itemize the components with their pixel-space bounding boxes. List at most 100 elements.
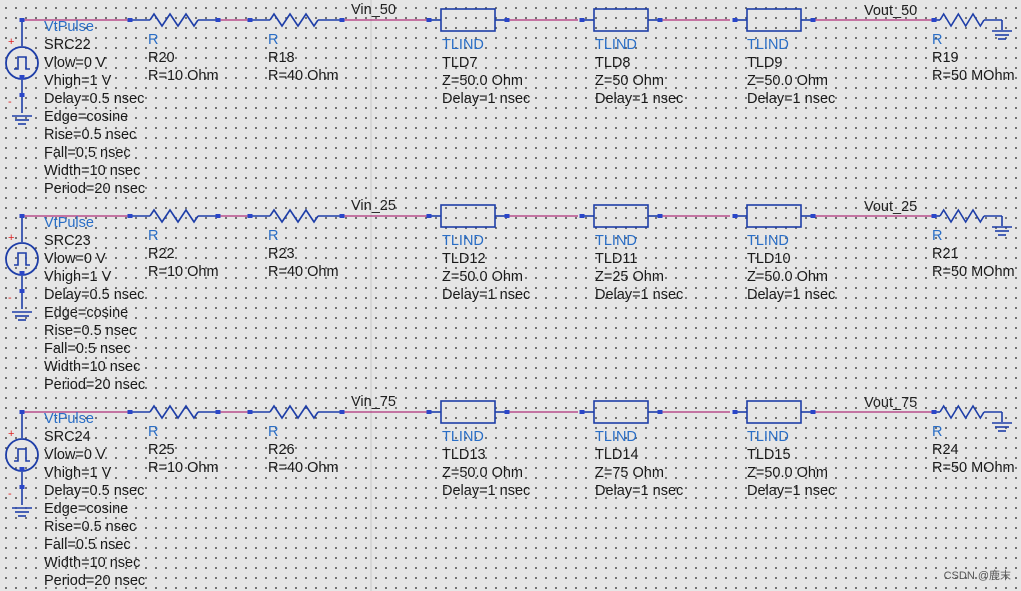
resistor-type-label: R xyxy=(268,424,279,440)
resistor-type-label: R xyxy=(268,228,279,244)
source-param-label: Vlow=0 V xyxy=(44,251,106,267)
tline-impedance-label: Z=50 Ohm xyxy=(595,73,664,89)
tline-name-label: TLD14 xyxy=(595,447,639,463)
source-param-label: Delay=0.5 nsec xyxy=(44,287,145,303)
source-param-label: Period=20 nsec xyxy=(44,573,146,589)
tline-type-label: TLIND xyxy=(747,233,789,249)
resistor-type-label: R xyxy=(148,228,159,244)
source-type-label: VtPulse xyxy=(44,215,94,231)
tline-impedance-label: Z=25 Ohm xyxy=(595,269,664,285)
source-minus-sign: - xyxy=(8,488,12,500)
tline-delay-label: Delay=1 nsec xyxy=(442,91,531,107)
tline-type-label: TLIND xyxy=(595,233,637,249)
tline-type-label: TLIND xyxy=(595,37,637,53)
vin-net-label: Vin_75 xyxy=(351,394,396,410)
tline-type-label: TLIND xyxy=(595,429,637,445)
source-param-label: Edge=cosine xyxy=(44,305,129,321)
load-value-label: R=50 MOhm xyxy=(932,460,1015,476)
load-name-label: R19 xyxy=(932,50,959,66)
resistor-value-label: R=40 Ohm xyxy=(268,264,339,280)
vout-net-label: Vout_25 xyxy=(864,199,918,215)
tline-name-label: TLD9 xyxy=(747,55,783,71)
load-value-label: R=50 MOhm xyxy=(932,68,1015,84)
source-param-label: Fall=0.5 nsec xyxy=(44,145,131,161)
schematic-labels: + - VtPulse SRC22 Vlow=0 V Vhigh=1 V Delay=0.5… xyxy=(0,0,1021,591)
resistor-value-label: R=10 Ohm xyxy=(148,264,219,280)
vin-net-label: Vin_25 xyxy=(351,198,396,214)
tline-name-label: TLD8 xyxy=(595,55,631,71)
tline-delay-label: Delay=1 nsec xyxy=(595,91,684,107)
resistor-name-label: R18 xyxy=(268,50,295,66)
source-param-label: Fall=0.5 nsec xyxy=(44,537,131,553)
load-value-label: R=50 MOhm xyxy=(932,264,1015,280)
tline-type-label: TLIND xyxy=(747,37,789,53)
source-param-label: Edge=cosine xyxy=(44,501,129,517)
tline-type-label: TLIND xyxy=(442,429,484,445)
source-minus-sign: - xyxy=(8,96,12,108)
source-param-label: Vhigh=1 V xyxy=(44,269,112,285)
source-param-label: Vlow=0 V xyxy=(44,447,106,463)
vout-net-label: Vout_50 xyxy=(864,3,918,19)
source-plus-sign: + xyxy=(8,232,15,244)
resistor-type-label: R xyxy=(268,32,279,48)
load-type-label: R xyxy=(932,424,943,440)
source-plus-sign: + xyxy=(8,428,15,440)
source-name-label: SRC23 xyxy=(44,233,91,249)
tline-name-label: TLD13 xyxy=(442,447,486,463)
tline-type-label: TLIND xyxy=(747,429,789,445)
tline-delay-label: Delay=1 nsec xyxy=(442,483,531,499)
load-type-label: R xyxy=(932,228,943,244)
tline-delay-label: Delay=1 nsec xyxy=(747,287,836,303)
source-param-label: Edge=cosine xyxy=(44,109,129,125)
resistor-name-label: R23 xyxy=(268,246,295,262)
tline-delay-label: Delay=1 nsec xyxy=(747,91,836,107)
load-name-label: R21 xyxy=(932,246,959,262)
resistor-value-label: R=40 Ohm xyxy=(268,460,339,476)
resistor-name-label: R26 xyxy=(268,442,295,458)
tline-delay-label: Delay=1 nsec xyxy=(595,483,684,499)
resistor-type-label: R xyxy=(148,424,159,440)
resistor-name-label: R25 xyxy=(148,442,175,458)
source-plus-sign: + xyxy=(8,36,15,48)
source-param-label: Vlow=0 V xyxy=(44,55,106,71)
tline-delay-label: Delay=1 nsec xyxy=(747,483,836,499)
source-param-label: Rise=0.5 nsec xyxy=(44,519,137,535)
source-param-label: Delay=0.5 nsec xyxy=(44,91,145,107)
resistor-value-label: R=10 Ohm xyxy=(148,460,219,476)
source-param-label: Period=20 nsec xyxy=(44,181,146,197)
source-param-label: Fall=0.5 nsec xyxy=(44,341,131,357)
resistor-name-label: R22 xyxy=(148,246,175,262)
vout-net-label: Vout_75 xyxy=(864,395,918,411)
tline-name-label: TLD10 xyxy=(747,251,791,267)
source-param-label: Delay=0.5 nsec xyxy=(44,483,145,499)
resistor-value-label: R=40 Ohm xyxy=(268,68,339,84)
source-type-label: VtPulse xyxy=(44,19,94,35)
resistor-type-label: R xyxy=(148,32,159,48)
resistor-name-label: R20 xyxy=(148,50,175,66)
source-param-label: Vhigh=1 V xyxy=(44,73,112,89)
vin-net-label: Vin_50 xyxy=(351,2,396,18)
tline-type-label: TLIND xyxy=(442,233,484,249)
source-param-label: Vhigh=1 V xyxy=(44,465,112,481)
source-type-label: VtPulse xyxy=(44,411,94,427)
source-param-label: Width=10 nsec xyxy=(44,163,141,179)
resistor-value-label: R=10 Ohm xyxy=(148,68,219,84)
tline-type-label: TLIND xyxy=(442,37,484,53)
tline-impedance-label: Z=50.0 Ohm xyxy=(747,73,828,89)
source-param-label: Rise=0.5 nsec xyxy=(44,323,137,339)
tline-name-label: TLD15 xyxy=(747,447,791,463)
load-name-label: R24 xyxy=(932,442,959,458)
source-minus-sign: - xyxy=(8,292,12,304)
tline-impedance-label: Z=50.0 Ohm xyxy=(747,269,828,285)
tline-name-label: TLD12 xyxy=(442,251,486,267)
source-name-label: SRC22 xyxy=(44,37,91,53)
tline-name-label: TLD11 xyxy=(595,251,638,267)
tline-impedance-label: Z=50.0 Ohm xyxy=(442,465,523,481)
tline-impedance-label: Z=50.0 Ohm xyxy=(747,465,828,481)
source-param-label: Width=10 nsec xyxy=(44,359,141,375)
tline-name-label: TLD7 xyxy=(442,55,478,71)
load-type-label: R xyxy=(932,32,943,48)
tline-impedance-label: Z=50.0 Ohm xyxy=(442,73,523,89)
source-name-label: SRC24 xyxy=(44,429,91,445)
source-param-label: Width=10 nsec xyxy=(44,555,141,571)
